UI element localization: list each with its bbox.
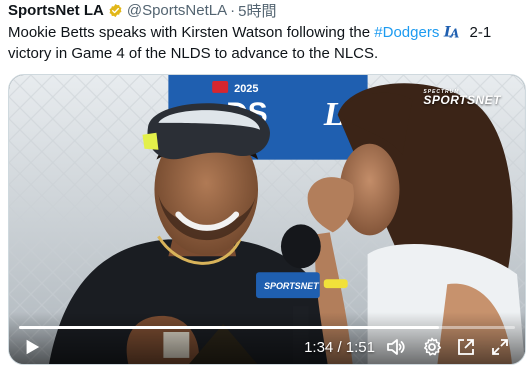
time-separator: /	[333, 338, 346, 356]
broadcaster-watermark: SPECTRUM SPORTSNET	[423, 89, 501, 107]
progress-fill	[19, 326, 440, 329]
time-readout: 1:34 / 1:51	[304, 336, 375, 358]
play-icon	[26, 339, 40, 355]
watermark-text: SPORTSNET	[423, 93, 501, 107]
gear-icon	[424, 337, 441, 356]
fullscreen-button[interactable]	[489, 336, 511, 358]
meta-separator: ·	[230, 1, 236, 19]
duration: 1:51	[345, 338, 375, 356]
tweet-text-part-1: Mookie Betts speaks with Kirsten Watson …	[8, 24, 375, 41]
progress-bar[interactable]	[19, 326, 515, 329]
popout-button[interactable]	[455, 336, 477, 358]
author-name[interactable]: SportsNet LA	[8, 2, 104, 19]
tweet-text: Mookie Betts speaks with Kirsten Watson …	[8, 22, 524, 64]
current-time: 1:34	[304, 338, 334, 356]
popout-icon	[458, 339, 474, 355]
dodgers-la-icon: L A	[443, 23, 460, 40]
fullscreen-icon	[492, 339, 508, 355]
volume-button[interactable]	[385, 336, 407, 358]
play-button[interactable]	[21, 336, 43, 358]
mic-flag-text: SPORTSNET	[264, 281, 320, 291]
tweet-header: SportsNet LA @SportsNetLA · 5時間	[8, 0, 276, 20]
settings-button[interactable]	[421, 336, 443, 358]
backdrop-year: 2025	[234, 83, 258, 95]
volume-icon	[387, 339, 405, 355]
video-controls: 1:34 / 1:51	[9, 312, 525, 364]
verified-badge-icon	[109, 3, 122, 17]
post-time[interactable]: 5時間	[238, 0, 276, 21]
author-handle[interactable]: @SportsNetLA	[127, 2, 227, 19]
video-player[interactable]: 2025 DS LA	[8, 74, 526, 365]
hashtag-link[interactable]: #Dodgers	[374, 24, 439, 41]
svg-text:A: A	[450, 26, 460, 40]
